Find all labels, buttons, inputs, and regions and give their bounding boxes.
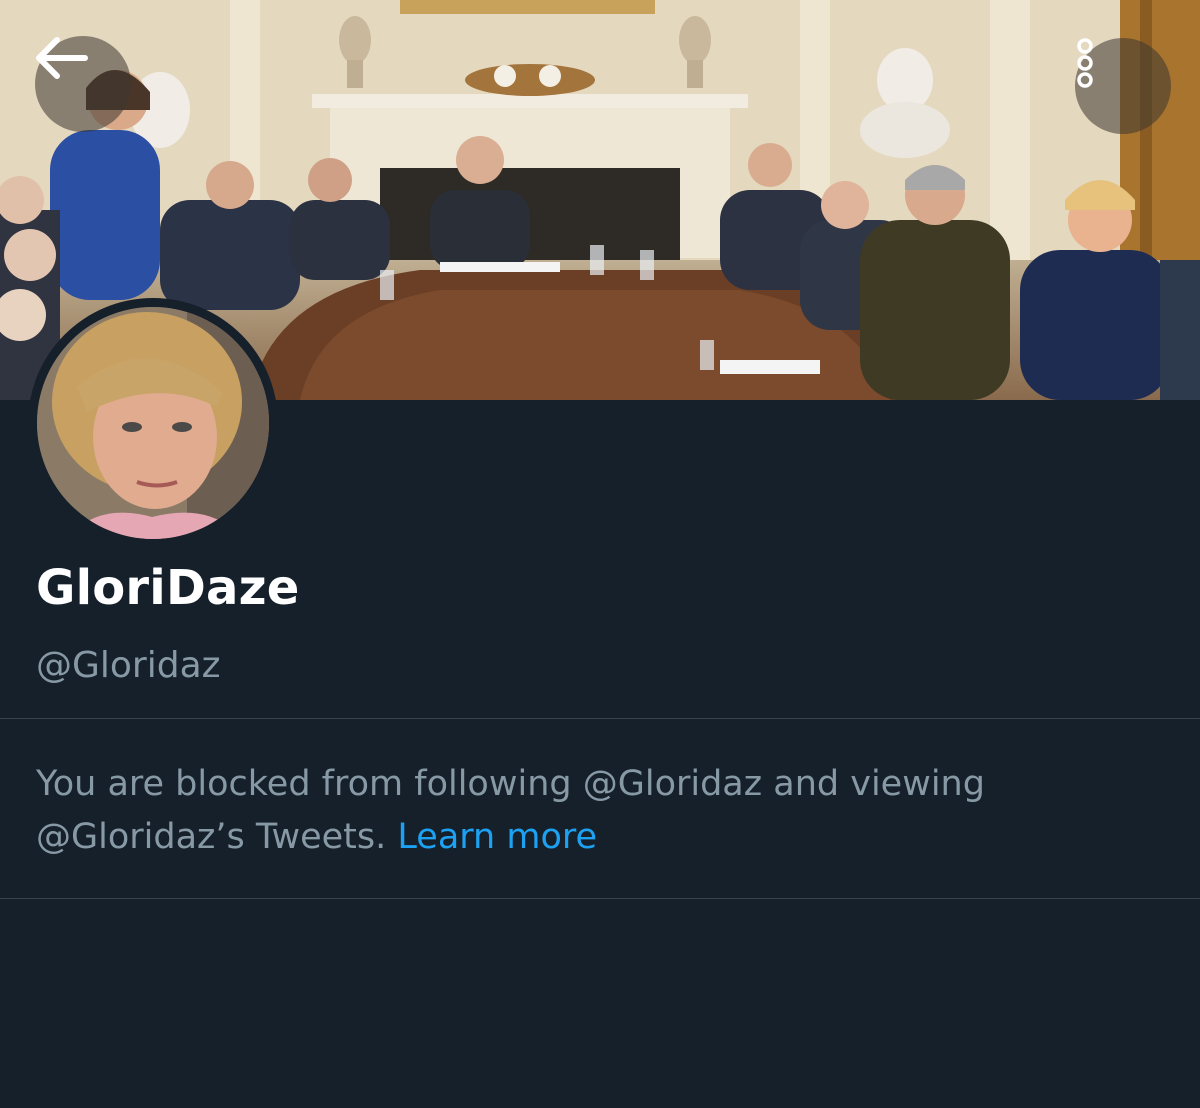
avatar-image <box>37 307 269 539</box>
divider <box>0 898 1200 899</box>
learn-more-link[interactable]: Learn more <box>397 817 597 857</box>
arrow-left-icon <box>36 37 88 79</box>
profile-page: GloriDaze @Gloridaz You are blocked from… <box>0 0 1200 1108</box>
blocked-notice: You are blocked from following @Gloridaz… <box>36 758 1156 864</box>
back-button[interactable] <box>35 36 131 132</box>
profile-avatar[interactable] <box>28 298 278 548</box>
display-name: GloriDaze <box>36 560 300 616</box>
profile-handle: @Gloridaz <box>36 645 221 686</box>
more-options-button[interactable] <box>1075 38 1171 134</box>
divider <box>0 718 1200 719</box>
more-vertical-icon <box>1077 38 1093 88</box>
